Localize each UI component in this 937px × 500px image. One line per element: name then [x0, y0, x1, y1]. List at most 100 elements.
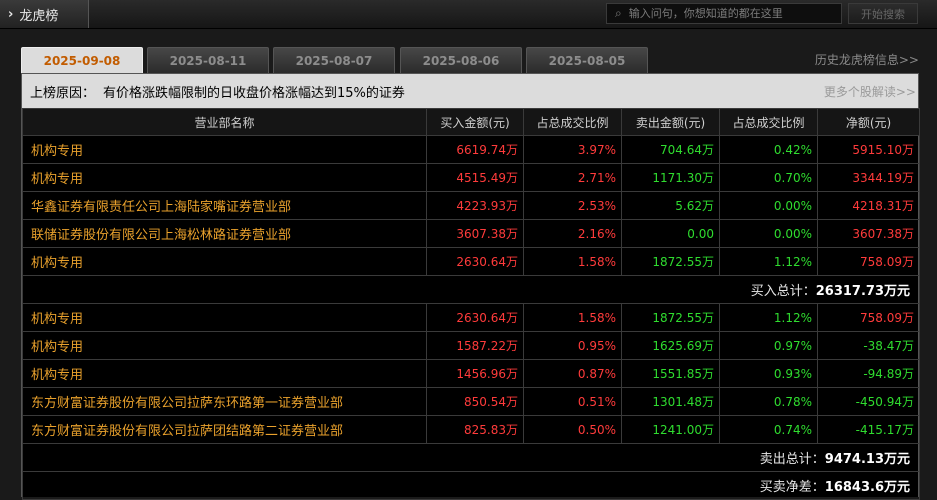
sell-amount: 1301.48万	[621, 387, 720, 416]
more-analysis-link[interactable]: 更多个股解读>>	[824, 83, 916, 100]
buy-pct: 3.97%	[523, 135, 622, 164]
table-row[interactable]: 东方财富证券股份有限公司拉萨东环路第一证券营业部 850.54万 0.51% 1301…	[22, 387, 920, 416]
broker-name[interactable]: 华鑫证券有限责任公司上海陆家嘴证券营业部	[22, 191, 427, 220]
buy-total-label: 买入总计：	[750, 284, 816, 299]
sell-amount: 5.62万	[621, 191, 720, 220]
search-input[interactable]	[628, 7, 819, 20]
net-amount: 3344.19万	[817, 163, 920, 192]
buy-rows: 机构专用 6619.74万 3.97% 704.64万 0.42% 5915.10万 机构专…	[22, 135, 920, 276]
sell-pct: 0.00%	[719, 191, 818, 220]
buy-pct: 2.16%	[523, 219, 622, 248]
tab-2025-08-11[interactable]: 2025-08-11	[147, 47, 269, 73]
sell-pct: 0.97%	[719, 331, 818, 360]
chevron-right-icon: ›	[8, 6, 14, 22]
col-header-broker: 营业部名称	[22, 108, 427, 136]
table-row[interactable]: 机构专用 4515.49万 2.71% 1171.30万 0.70% 3344.19万	[22, 163, 920, 192]
table-header-row: 营业部名称 买入金额(元) 占总成交比例 卖出金额(元) 占总成交比例 净额(元…	[22, 108, 920, 136]
sell-total-section: 卖出总计：9474.13万元 买卖净差：16843.6万元	[22, 443, 920, 500]
net-amount: 758.09万	[817, 247, 920, 276]
net-amount: 758.09万	[817, 303, 920, 332]
net-amount: 4218.31万	[817, 191, 920, 220]
table-row[interactable]: 东方财富证券股份有限公司拉萨团结路第二证券营业部 825.83万 0.50% 1241…	[22, 415, 920, 444]
broker-table: 营业部名称 买入金额(元) 占总成交比例 卖出金额(元) 占总成交比例 净额(元…	[22, 108, 920, 500]
reason-label: 上榜原因：	[30, 85, 96, 101]
sell-pct: 0.00%	[719, 219, 818, 248]
buy-pct: 2.71%	[523, 163, 622, 192]
sell-pct: 0.42%	[719, 135, 818, 164]
buy-amount: 850.54万	[426, 387, 524, 416]
broker-name[interactable]: 机构专用	[22, 303, 427, 332]
sell-pct: 0.93%	[719, 359, 818, 388]
buy-pct: 0.87%	[523, 359, 622, 388]
search-icon: ⌕	[615, 6, 622, 20]
broker-name[interactable]: 机构专用	[22, 135, 427, 164]
tab-2025-08-07[interactable]: 2025-08-07	[273, 47, 395, 73]
net-amount: -415.17万	[817, 415, 920, 444]
tab-2025-08-05[interactable]: 2025-08-05	[526, 47, 648, 73]
col-header-buy-pct: 占总成交比例	[523, 108, 622, 136]
broker-name[interactable]: 机构专用	[22, 163, 427, 192]
buy-pct: 0.50%	[523, 415, 622, 444]
buy-pct: 0.51%	[523, 387, 622, 416]
sell-pct: 1.12%	[719, 247, 818, 276]
buy-pct: 0.95%	[523, 331, 622, 360]
table-row[interactable]: 机构专用 6619.74万 3.97% 704.64万 0.42% 5915.10万	[22, 135, 920, 164]
net-amount: -38.47万	[817, 331, 920, 360]
buy-pct: 1.58%	[523, 247, 622, 276]
buy-pct: 1.58%	[523, 303, 622, 332]
tab-2025-09-08[interactable]: 2025-09-08	[21, 47, 143, 73]
buy-total-row: 买入总计：26317.73万元	[22, 275, 920, 304]
search-box[interactable]: ⌕	[606, 3, 842, 24]
col-header-buy-amount: 买入金额(元)	[426, 108, 524, 136]
broker-name[interactable]: 东方财富证券股份有限公司拉萨东环路第一证券营业部	[22, 387, 427, 416]
net-amount: 5915.10万	[817, 135, 920, 164]
buy-amount: 2630.64万	[426, 247, 524, 276]
net-diff-row: 买卖净差：16843.6万元	[22, 471, 920, 500]
sell-pct: 0.74%	[719, 415, 818, 444]
buy-amount: 2630.64万	[426, 303, 524, 332]
sell-rows: 机构专用 2630.64万 1.58% 1872.55万 1.12% 758.09万 机构专…	[22, 303, 920, 444]
sell-amount: 1872.55万	[621, 303, 720, 332]
table-row[interactable]: 机构专用 2630.64万 1.58% 1872.55万 1.12% 758.09万	[22, 303, 920, 332]
sell-amount: 1171.30万	[621, 163, 720, 192]
net-diff-value: 16843.6万元	[824, 480, 910, 495]
table-row[interactable]: 机构专用 1456.96万 0.87% 1551.85万 0.93% -94.89万	[22, 359, 920, 388]
table-row[interactable]: 华鑫证券有限责任公司上海陆家嘴证券营业部 4223.93万 2.53% 5.62万 0.…	[22, 191, 920, 220]
sell-total-value: 9474.13万元	[824, 452, 910, 467]
sell-pct: 0.78%	[719, 387, 818, 416]
table-row[interactable]: 联储证券股份有限公司上海松林路证券营业部 3607.38万 2.16% 0.00 0.0…	[22, 219, 920, 248]
net-amount: 3607.38万	[817, 219, 920, 248]
broker-name[interactable]: 机构专用	[22, 331, 427, 360]
buy-amount: 825.83万	[426, 415, 524, 444]
history-link[interactable]: 历史龙虎榜信息>>	[815, 51, 919, 68]
reason-text: 有价格涨跌幅限制的日收盘价格涨幅达到15%的证券	[103, 85, 405, 101]
window-title: 龙虎榜	[19, 8, 59, 24]
broker-name[interactable]: 机构专用	[22, 359, 427, 388]
col-header-sell-amount: 卖出金额(元)	[621, 108, 720, 136]
dragon-tiger-panel: 上榜原因： 有价格涨跌幅限制的日收盘价格涨幅达到15%的证券 更多个股解读>> …	[21, 73, 920, 500]
buy-amount: 1456.96万	[426, 359, 524, 388]
sell-total-label: 卖出总计：	[759, 452, 825, 467]
broker-name[interactable]: 联储证券股份有限公司上海松林路证券营业部	[22, 219, 427, 248]
buy-amount: 4515.49万	[426, 163, 524, 192]
sell-amount: 0.00	[621, 219, 720, 248]
buy-pct: 2.53%	[523, 191, 622, 220]
buy-amount: 6619.74万	[426, 135, 524, 164]
reason-bar: 上榜原因： 有价格涨跌幅限制的日收盘价格涨幅达到15%的证券 更多个股解读>>	[22, 74, 918, 108]
sell-pct: 1.12%	[719, 303, 818, 332]
net-diff-label: 买卖净差：	[759, 480, 825, 495]
broker-name[interactable]: 机构专用	[22, 247, 427, 276]
sell-amount: 1625.69万	[621, 331, 720, 360]
title-tab[interactable]: › 龙虎榜	[0, 0, 89, 28]
tab-2025-08-06[interactable]: 2025-08-06	[400, 47, 522, 73]
table-row[interactable]: 机构专用 1587.22万 0.95% 1625.69万 0.97% -38.47万	[22, 331, 920, 360]
sell-amount: 1872.55万	[621, 247, 720, 276]
search-button[interactable]: 开始搜索	[848, 3, 918, 24]
sell-total-row: 卖出总计：9474.13万元	[22, 443, 920, 472]
broker-name[interactable]: 东方财富证券股份有限公司拉萨团结路第二证券营业部	[22, 415, 427, 444]
buy-amount: 1587.22万	[426, 331, 524, 360]
sell-amount: 1551.85万	[621, 359, 720, 388]
net-amount: -450.94万	[817, 387, 920, 416]
col-header-net: 净额(元)	[817, 108, 920, 136]
table-row[interactable]: 机构专用 2630.64万 1.58% 1872.55万 1.12% 758.09万	[22, 247, 920, 276]
